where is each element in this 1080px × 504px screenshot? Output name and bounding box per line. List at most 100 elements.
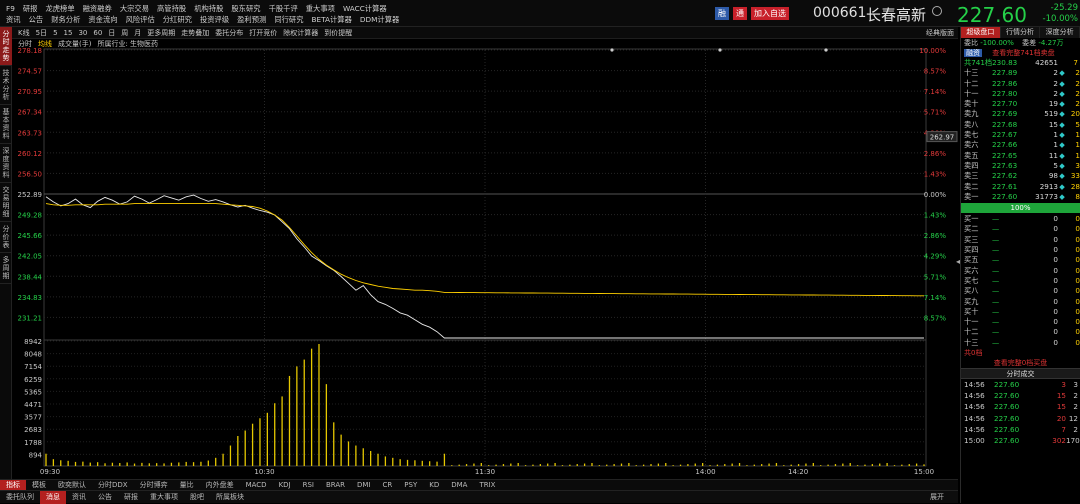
tick-num: 2 (1073, 391, 1078, 401)
ask-row-10-cnt: 33 (1070, 171, 1080, 181)
bid-row-4: 买五 — 0 0 (961, 255, 1080, 265)
footer-tab-2[interactable]: 资讯 (66, 491, 92, 504)
pct-tick-label: 4.29% (924, 253, 947, 261)
volume-tick-label: 2683 (24, 426, 42, 434)
expand-button[interactable]: 展开 (924, 491, 950, 504)
bid-row-7-vol: 0 (1053, 286, 1058, 296)
bid-row-4-vol: 0 (1053, 255, 1058, 265)
price-tick-label: 263.73 (18, 129, 43, 137)
bid-row-5-label: 买六 (964, 265, 979, 275)
ask-row-7-price: 227.66 (992, 140, 1018, 150)
price-tick-label: 256.50 (18, 170, 43, 178)
tick-price: 227.60 (994, 436, 1020, 446)
footer-bar: 委托队列 消息 资讯 公告 研报 重大事项 股吧 所属板块 展开 (0, 490, 958, 504)
time-tick-label: 09:30 (40, 468, 60, 476)
tick-time: 14:56 (964, 402, 985, 412)
bid-row-10-vol: 0 (1053, 317, 1058, 327)
footer-tab-1[interactable]: 消息 (40, 491, 66, 504)
intraday-chart[interactable]: 278.18 10.00% 274.57 8.57% 270.95 7.14% 267.34… (0, 0, 958, 503)
ask-row-4-vol: 519 (1044, 109, 1058, 119)
ask-row-5-vol: 15 (1048, 119, 1058, 129)
full-ask-link[interactable]: 查看完整741档卖盘 (992, 49, 1054, 57)
ask-row-11-label: 卖二 (964, 181, 979, 191)
footer-tab-5[interactable]: 重大事项 (144, 491, 184, 504)
bid-row-1-price: — (992, 224, 1000, 234)
tick-num: 3 (1073, 380, 1078, 390)
tick-price: 227.60 (994, 413, 1020, 423)
ask-row-0-label: 十三 (964, 68, 979, 78)
ask-row-12-label: 卖一 (964, 191, 979, 201)
panel-tab-2[interactable]: 深度分析 (1040, 27, 1080, 38)
ask-row-6-label: 卖七 (964, 130, 979, 140)
ask-row-3-vol: 19 (1048, 99, 1058, 109)
current-price: 227.60 (957, 3, 1027, 27)
tick-price: 227.60 (994, 391, 1020, 401)
footer-tab-0[interactable]: 委托队列 (0, 491, 40, 504)
ticks-title[interactable]: 分时成交 (961, 368, 1080, 380)
bid-row-8-vol: 0 (1053, 296, 1058, 306)
margin-badge: 融资 (964, 49, 982, 57)
bid-row-1-label: 买二 (964, 224, 979, 234)
ask-row-9-dot: ◆ (1059, 160, 1065, 170)
pct-tick-label: 5.71% (924, 109, 947, 117)
tick-time: 14:56 (964, 391, 985, 401)
footer-tab-6[interactable]: 股吧 (184, 491, 210, 504)
bid-row-10-cnt: 0 (1075, 317, 1080, 327)
bid-row-9-cnt: 0 (1075, 306, 1080, 316)
ask-row-4-price: 227.69 (992, 109, 1018, 119)
price-tick-label: 260.12 (18, 150, 43, 158)
bid-row-6-dot (1058, 276, 1066, 286)
bid-row-0-price: — (992, 214, 1000, 224)
ask-row-10-vol: 98 (1048, 171, 1058, 181)
ask-row-8-cnt: 1 (1075, 150, 1080, 160)
ask-row-8: 卖五 227.65 11 ◆ 1 (961, 151, 1080, 161)
ask-row-5-dot: ◆ (1059, 119, 1065, 129)
ask-row-0: 十三 227.89 2 ◆ 2 (961, 68, 1080, 78)
marker-dot (610, 48, 614, 52)
volume-tick-label: 5365 (24, 388, 42, 396)
ask-row-9-label: 卖四 (964, 160, 979, 170)
footer-tab-7[interactable]: 所属板块 (210, 491, 250, 504)
bid-row-6-cnt: 0 (1075, 275, 1080, 285)
indicator-tab-bar: 指标 模板 欧奕默认 分时DDX 分时博弈 量比 内外盘差 MACD KDJ RSI BRAR DMI… (0, 479, 958, 491)
time-tick-label: 15:00 (914, 468, 934, 476)
price-tick-label: 234.83 (18, 294, 43, 302)
ask-row-3-cnt: 2 (1075, 99, 1080, 109)
pct-tick-label: 7.14% (924, 294, 947, 302)
ask-row-6-cnt: 1 (1075, 130, 1080, 140)
bid-row-7-dot (1058, 286, 1066, 296)
bid-row-9-label: 买十 (964, 306, 979, 316)
time-tick-label: 14:00 (695, 468, 715, 476)
bid-row-11-vol: 0 (1053, 327, 1058, 337)
volume-tick-label: 894 (29, 451, 43, 459)
footer-tab-4[interactable]: 研报 (118, 491, 144, 504)
panel-tab-0[interactable]: 超级盘口 (961, 27, 1001, 38)
tick-time: 14:56 (964, 413, 985, 423)
bid-row-0-label: 买一 (964, 214, 979, 224)
pct-tick-label: 10.00% (919, 47, 946, 55)
bid-row-12-label: 十三 (964, 337, 979, 347)
ask-row-6-price: 227.67 (992, 130, 1018, 140)
price-tick-label: 238.44 (18, 273, 43, 281)
ask-row-5-label: 卖八 (964, 119, 979, 129)
ask-row-4-dot: ◆ (1059, 109, 1065, 119)
bid-row-2-label: 买三 (964, 234, 979, 244)
ask-row-11: 卖二 227.61 2913 ◆ 28 (961, 182, 1080, 192)
ask-row-6-vol: 1 (1053, 130, 1058, 140)
bid-row-6: 买七 — 0 0 (961, 276, 1080, 286)
weibi-label: 委比 (964, 39, 978, 47)
volume-tick-label: 3577 (24, 414, 42, 422)
ask-list: 十三 227.89 2 ◆ 2 十二 227.86 2 ◆ 2 十一 227.80 2 ◆ 2 卖十 227.7… (961, 68, 1080, 202)
ask-row-5: 卖八 227.68 15 ◆ 5 (961, 120, 1080, 130)
ask-row-5-cnt: 5 (1075, 119, 1080, 129)
weicha-label: 委差 (1022, 39, 1037, 47)
bid-row-3-dot (1058, 245, 1066, 255)
bid-row-0-vol: 0 (1053, 214, 1058, 224)
weibi-value: -100.00% (980, 39, 1014, 47)
ask-row-2-vol: 2 (1053, 88, 1058, 98)
panel-tab-1[interactable]: 行情分析 (1000, 27, 1041, 38)
full-bid-link[interactable]: 查看完整0档买盘 (961, 358, 1080, 368)
price-tick-label: 274.57 (18, 68, 43, 76)
footer-tab-3[interactable]: 公告 (92, 491, 118, 504)
ask-row-0-dot: ◆ (1059, 68, 1065, 78)
